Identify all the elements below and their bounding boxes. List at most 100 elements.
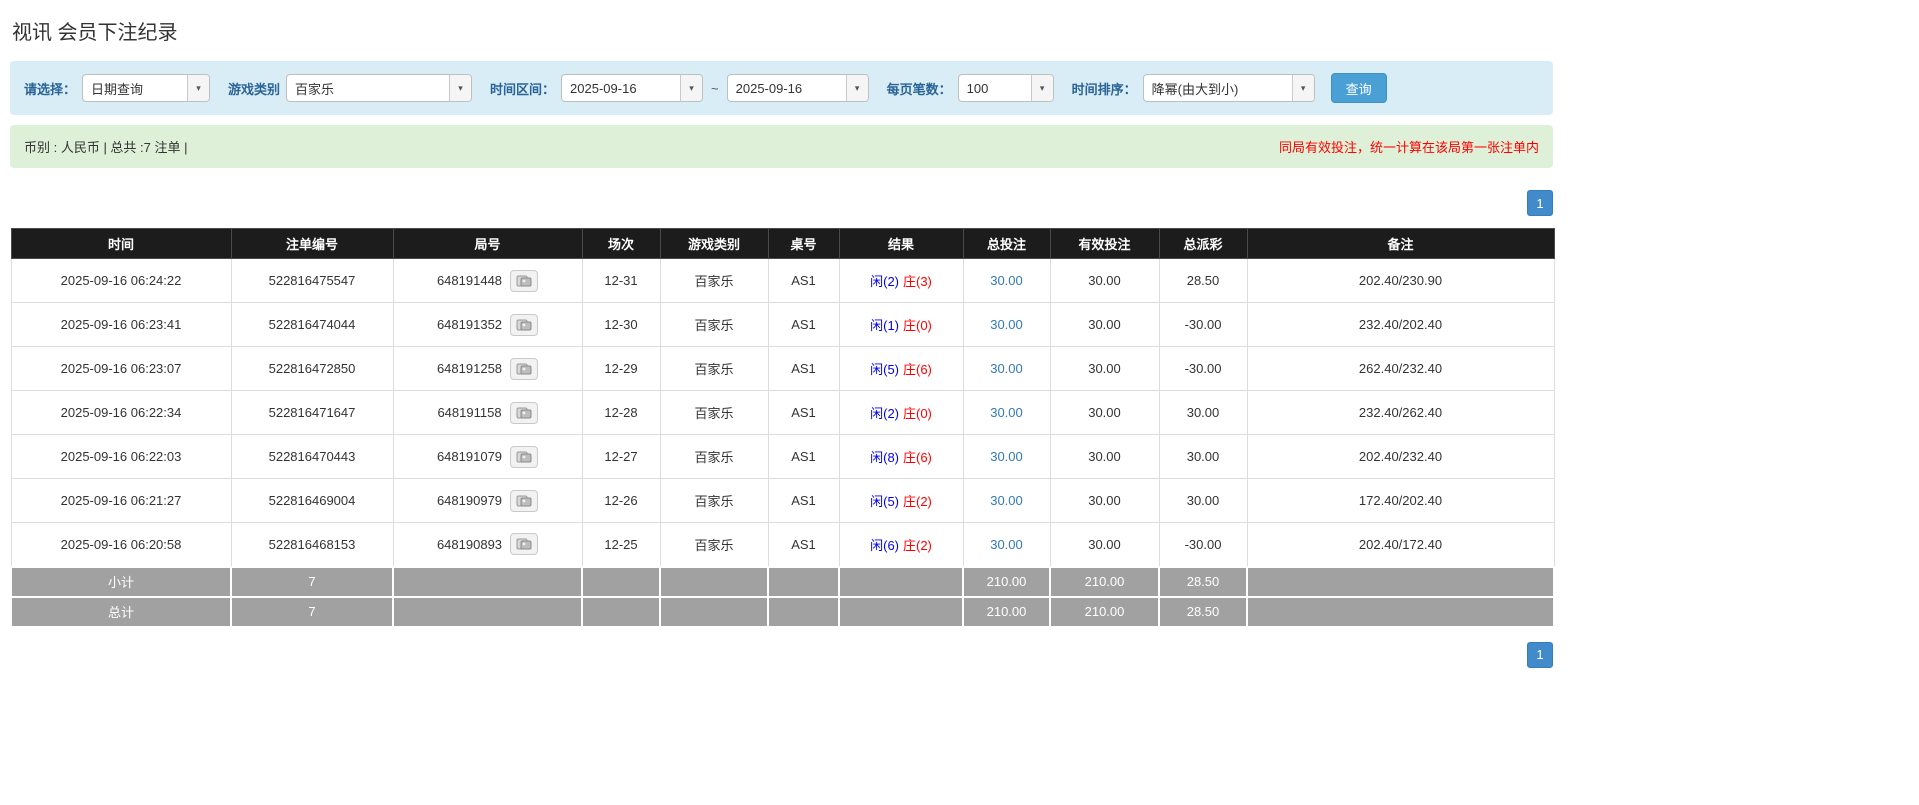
total-bet-cell: 30.00 <box>962 478 1051 523</box>
valid-bet-cell: 30.00 <box>1049 258 1160 303</box>
page-size-value[interactable]: 100 <box>959 75 1031 101</box>
video-replay-icon[interactable] <box>510 489 539 512</box>
page-1-button[interactable]: 1 <box>1527 641 1553 668</box>
page-size-combo[interactable]: 100 ▾ <box>957 74 1054 102</box>
chevron-down-icon[interactable]: ▾ <box>187 75 210 101</box>
table-no-cell: AS1 <box>767 302 840 347</box>
result-cell: 闲(1) 庄(0) <box>838 302 964 347</box>
time-cell: 2025-09-16 06:23:41 <box>10 302 232 347</box>
result-cell: 闲(2) 庄(0) <box>838 390 964 435</box>
video-replay-icon[interactable] <box>510 533 539 556</box>
result-cell: 闲(8) 庄(6) <box>838 434 964 479</box>
sort-order-combo[interactable]: 降幂(由大到小) ▾ <box>1142 74 1315 102</box>
page-1-button[interactable]: 1 <box>1527 190 1553 216</box>
total-bet-link[interactable]: 30.00 <box>990 537 1023 552</box>
total-bet-cell: 30.00 <box>962 302 1051 347</box>
result-cell: 闲(2) 庄(3) <box>838 258 964 303</box>
payout-cell: -30.00 <box>1158 522 1248 567</box>
total-row: 总计 7 210.00 210.00 28.50 <box>10 595 1555 628</box>
bet-id-cell: 522816468153 <box>230 522 394 567</box>
chevron-down-icon[interactable]: ▾ <box>845 75 868 101</box>
video-replay-icon[interactable] <box>509 401 538 424</box>
valid-bet-cell: 30.00 <box>1049 302 1160 347</box>
session-cell: 12-26 <box>581 478 661 523</box>
total-bet-cell: 30.00 <box>962 522 1051 567</box>
chevron-down-icon[interactable]: ▾ <box>1291 75 1314 101</box>
pagination-top: 1 <box>10 190 1553 216</box>
round-id-value: 648191258 <box>436 361 503 376</box>
session-cell: 12-29 <box>581 346 661 391</box>
chevron-down-icon[interactable]: ▾ <box>680 75 703 101</box>
total-bet-link[interactable]: 30.00 <box>990 493 1023 508</box>
video-replay-icon[interactable] <box>510 357 539 380</box>
game-type-value[interactable]: 百家乐 <box>287 75 449 101</box>
total-bet-link[interactable]: 30.00 <box>990 449 1023 464</box>
total-bet-link[interactable]: 30.00 <box>990 317 1023 332</box>
date-from-combo[interactable]: 2025-09-16 ▾ <box>561 74 704 102</box>
header-total-bet: 总投注 <box>962 228 1051 259</box>
total-bet-link[interactable]: 30.00 <box>990 273 1023 288</box>
valid-bet-cell: 30.00 <box>1049 522 1160 567</box>
total-label: 总计 <box>10 595 232 628</box>
video-replay-icon[interactable] <box>510 269 539 292</box>
subtotal-count: 7 <box>230 565 394 598</box>
total-bet-link[interactable]: 30.00 <box>990 405 1023 420</box>
result-cell: 闲(5) 庄(6) <box>838 346 964 391</box>
chevron-down-icon[interactable]: ▾ <box>1030 75 1053 101</box>
page-container: 视讯 会员下注纪录 请选择： 日期查询 ▾ 游戏类别 百家乐 ▾ 时间区间： 2… <box>0 0 1563 688</box>
select-label: 请选择： <box>24 81 77 97</box>
game-type-cell: 百家乐 <box>659 478 769 523</box>
session-cell: 12-31 <box>581 258 661 303</box>
game-type-cell: 百家乐 <box>659 302 769 347</box>
pagination-bottom: 1 <box>10 641 1553 668</box>
subtotal-row: 小计 7 210.00 210.00 28.50 <box>10 565 1555 598</box>
valid-bet-cell: 30.00 <box>1049 390 1160 435</box>
bet-id-cell: 522816475547 <box>230 258 394 303</box>
currency-summary-text: 币别 : 人民币 | 总共 :7 注单 | <box>24 140 188 155</box>
round-id-cell: 648191352 <box>392 302 583 347</box>
table-row: 2025-09-16 06:24:22 522816475547 6481914… <box>10 258 1555 303</box>
total-bet-link[interactable]: 30.00 <box>990 361 1023 376</box>
bet-records-table: 时间 注单编号 局号 场次 游戏类别 桌号 结果 总投注 有效投注 总派彩 备注… <box>10 228 1555 628</box>
banker-result: 庄(2) <box>903 537 932 553</box>
sort-order-value[interactable]: 降幂(由大到小) <box>1144 75 1292 101</box>
game-type-combo[interactable]: 百家乐 ▾ <box>286 74 473 102</box>
header-round-id: 局号 <box>392 228 583 259</box>
round-id-value: 648191079 <box>436 449 503 464</box>
valid-bet-cell: 30.00 <box>1049 478 1160 523</box>
header-game-type: 游戏类别 <box>659 228 769 259</box>
bet-id-cell: 522816471647 <box>230 390 394 435</box>
total-payout: 28.50 <box>1158 595 1248 628</box>
game-type-cell: 百家乐 <box>659 522 769 567</box>
result-cell: 闲(6) 庄(2) <box>838 522 964 567</box>
total-count: 7 <box>230 595 394 628</box>
date-from-value[interactable]: 2025-09-16 <box>562 75 680 101</box>
game-type-label: 游戏类别 <box>228 81 281 97</box>
page-title: 视讯 会员下注纪录 <box>12 22 178 44</box>
note-cell: 232.40/202.40 <box>1246 302 1555 347</box>
total-bet-cell: 30.00 <box>962 434 1051 479</box>
game-type-cell: 百家乐 <box>659 434 769 479</box>
search-button[interactable]: 查询 <box>1330 73 1387 103</box>
table-row: 2025-09-16 06:21:27 522816469004 6481909… <box>10 478 1555 523</box>
info-bar: 币别 : 人民币 | 总共 :7 注单 | 同局有效投注，统一计算在该局第一张注… <box>10 125 1553 168</box>
date-to-value[interactable]: 2025-09-16 <box>728 75 846 101</box>
payout-cell: -30.00 <box>1158 346 1248 391</box>
query-type-value[interactable]: 日期查询 <box>83 75 187 101</box>
table-header: 时间 注单编号 局号 场次 游戏类别 桌号 结果 总投注 有效投注 总派彩 备注 <box>10 228 1555 259</box>
query-type-combo[interactable]: 日期查询 ▾ <box>82 74 211 102</box>
session-cell: 12-25 <box>581 522 661 567</box>
player-result: 闲(1) <box>870 318 899 333</box>
video-replay-icon[interactable] <box>510 445 539 468</box>
game-type-cell: 百家乐 <box>659 346 769 391</box>
video-replay-icon[interactable] <box>510 313 539 336</box>
date-to-combo[interactable]: 2025-09-16 ▾ <box>726 74 869 102</box>
note-cell: 172.40/202.40 <box>1246 478 1555 523</box>
chevron-down-icon[interactable]: ▾ <box>449 75 472 101</box>
banker-result: 庄(6) <box>903 450 932 465</box>
header-result: 结果 <box>838 228 964 259</box>
time-range-label: 时间区间： <box>490 81 556 97</box>
header-valid-bet: 有效投注 <box>1049 228 1160 259</box>
table-no-cell: AS1 <box>767 390 840 435</box>
total-bet-cell: 30.00 <box>962 390 1051 435</box>
